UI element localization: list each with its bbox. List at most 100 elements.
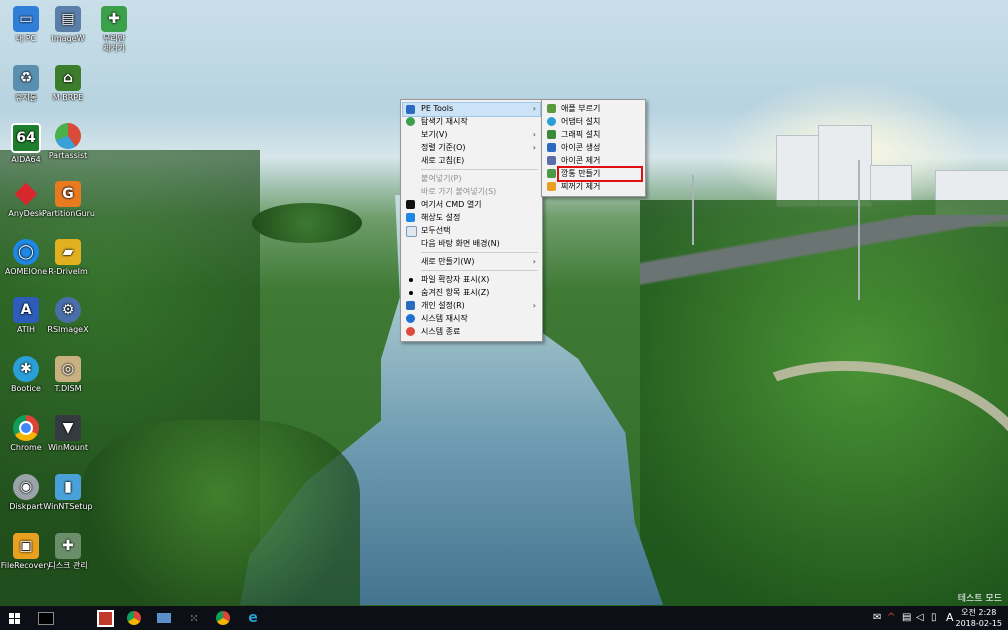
taskbar-app-1[interactable]	[96, 609, 114, 627]
restart-icon	[406, 314, 415, 323]
taskbar-ie[interactable]: e	[244, 609, 262, 627]
winmount-icon: ▼	[55, 415, 81, 441]
menu-separator	[421, 270, 538, 271]
menu-item-show-hidden[interactable]: 숨겨진 항목 표시(Z)	[403, 286, 540, 299]
chevron-right-icon: ›	[532, 130, 536, 139]
chevron-right-icon: ›	[532, 104, 536, 113]
graphics-icon	[547, 130, 556, 139]
taskbar-network[interactable]	[155, 609, 173, 627]
refresh-icon	[406, 117, 415, 126]
aomei-icon: ◯	[13, 239, 39, 265]
desktop-icon-partitionguru[interactable]: G PartitionGuru	[42, 181, 94, 219]
clean-icon	[547, 182, 556, 191]
shutdown-icon	[406, 327, 415, 336]
highlight-outline	[557, 166, 643, 182]
personalize-icon	[406, 301, 415, 310]
taskbar-clock[interactable]: 오전 2:28 2018-02-15	[956, 607, 1003, 629]
tray-pc-icon[interactable]: ▯	[931, 612, 937, 623]
pe-tools-submenu: 애플 부르기 어댑터 설치 그래픽 설치 아이콘 생성 아이콘 제거 깡통 만들…	[541, 99, 646, 197]
bullet-icon	[409, 291, 413, 295]
taskbar-app-2[interactable]	[125, 609, 143, 627]
menu-item-system-restart[interactable]: 시스템 재시작	[403, 312, 540, 325]
disk-management-icon: ✚	[55, 533, 81, 559]
rsimagex-icon: ⚙	[55, 297, 81, 323]
grid-icon: ⁙	[189, 611, 199, 625]
cmd-icon	[38, 611, 54, 625]
bootice-icon: ✱	[13, 356, 39, 382]
menu-separator	[421, 169, 538, 170]
winntsetup-icon: ▮	[55, 474, 81, 500]
menu-item-sort-by[interactable]: 정렬 기준(O) ›	[403, 141, 540, 154]
anydesk-icon	[13, 181, 39, 207]
desktop-icon-rdrive[interactable]: ▰ R-DriveIm	[42, 239, 94, 277]
make-icon	[547, 169, 556, 178]
adapter-icon	[547, 117, 556, 126]
start-button[interactable]	[5, 609, 23, 627]
app-icon	[96, 609, 114, 627]
road	[640, 215, 1008, 305]
select-all-icon	[406, 226, 417, 237]
desktop-icon-mbrpe[interactable]: ⌂ M BRPE	[42, 65, 94, 103]
menu-item-select-all[interactable]: 모두선택	[403, 224, 540, 237]
tray-message-icon[interactable]: ✉	[873, 612, 881, 623]
chrome-ball-icon	[127, 611, 141, 625]
ime-indicator[interactable]: A	[946, 611, 954, 624]
menu-item-resolution[interactable]: 해상도 설정	[403, 211, 540, 224]
desktop-icon-imagew[interactable]: ▤ ImageW	[42, 6, 94, 44]
desktop-icon-disk-management[interactable]: ✚ 디스크 관리	[42, 533, 94, 571]
submenu-item-adapter-install[interactable]: 어댑터 설치	[544, 115, 643, 128]
aida64-icon: 64	[11, 123, 41, 153]
menu-item-view[interactable]: 보기(V) ›	[403, 128, 540, 141]
icon-remove-icon	[547, 156, 556, 165]
desktop-context-menu: PE Tools › 탐색기 재시작 보기(V) › 정렬 기준(O) › 새로…	[400, 99, 543, 342]
desktop-icon-winntsetup[interactable]: ▮ WinNTSetup	[42, 474, 94, 512]
submenu-item-graphics-install[interactable]: 그래픽 설치	[544, 128, 643, 141]
icon-create-icon	[547, 143, 556, 152]
taskbar-app-grid[interactable]: ⁙	[185, 609, 203, 627]
menu-item-personalize[interactable]: 개인 설정(R) ›	[403, 299, 540, 312]
menu-item-system-shutdown[interactable]: 시스템 종료	[403, 325, 540, 338]
submenu-item-app-load[interactable]: 애플 부르기	[544, 102, 643, 115]
partassist-icon	[55, 123, 81, 149]
taskbar-chrome[interactable]	[214, 609, 232, 627]
desktop-icon-partassist[interactable]: Partassist	[42, 123, 94, 161]
desktop-icon-tdism[interactable]: ◎ T.DISM	[42, 356, 94, 394]
desktop-icon-winmount[interactable]: ▼ WinMount	[42, 415, 94, 453]
menu-item-paste[interactable]: 붙여넣기(P)	[403, 172, 540, 185]
menu-item-restart-explorer[interactable]: 탐색기 재시작	[403, 115, 540, 128]
desktop-icon-rsimagex[interactable]: ⚙ RSImageX	[42, 297, 94, 335]
tray-chevron-up-icon[interactable]: ^	[887, 612, 895, 623]
ie-icon: e	[248, 610, 258, 626]
street-lamp	[858, 160, 860, 300]
menu-item-new[interactable]: 새로 만들기(W) ›	[403, 255, 540, 268]
tray-speaker-icon[interactable]: ◁	[916, 612, 924, 623]
clock-date: 2018-02-15	[955, 619, 1003, 628]
submenu-item-icon-create[interactable]: 아이콘 생성	[544, 141, 643, 154]
menu-item-show-extensions[interactable]: 파일 확장자 표시(X)	[403, 273, 540, 286]
taskbar: ⁙ e ✉ ^ ▤ ◁ ▯ A 오전 2:28 2018-02-15	[0, 606, 1008, 630]
chevron-right-icon: ›	[532, 143, 536, 152]
island	[252, 203, 362, 243]
taskbar-cmd[interactable]	[37, 609, 55, 627]
menu-item-open-cmd[interactable]: 여기서 CMD 열기	[403, 198, 540, 211]
rdrive-icon: ▰	[55, 239, 81, 265]
tray-network-icon[interactable]: ▤	[902, 612, 911, 623]
windows-logo-icon	[8, 612, 20, 624]
clock-time: 오전 2:28	[961, 608, 997, 617]
menu-item-refresh[interactable]: 새로 고침(E)	[403, 154, 540, 167]
test-mode-watermark: 테스트 모드	[957, 594, 1002, 604]
cmd-icon	[406, 200, 415, 209]
mbrpe-icon: ⌂	[55, 65, 81, 91]
desktop-icon-remover[interactable]: ✚ 무리안 제거기	[88, 6, 140, 54]
menu-item-next-background[interactable]: 다음 바탕 화면 배경(N)	[403, 237, 540, 250]
menu-item-paste-shortcut[interactable]: 바로 가기 붙여넣기(S)	[403, 185, 540, 198]
recycle-bin-icon: ♻	[13, 65, 39, 91]
app-load-icon	[547, 104, 556, 113]
this-pc-icon: ▭	[13, 6, 39, 32]
building	[776, 135, 822, 207]
display-icon	[406, 213, 415, 222]
tdism-icon: ◎	[55, 356, 81, 382]
puzzle-icon: ✚	[101, 6, 127, 32]
chrome-icon	[216, 611, 230, 625]
building	[818, 125, 872, 207]
